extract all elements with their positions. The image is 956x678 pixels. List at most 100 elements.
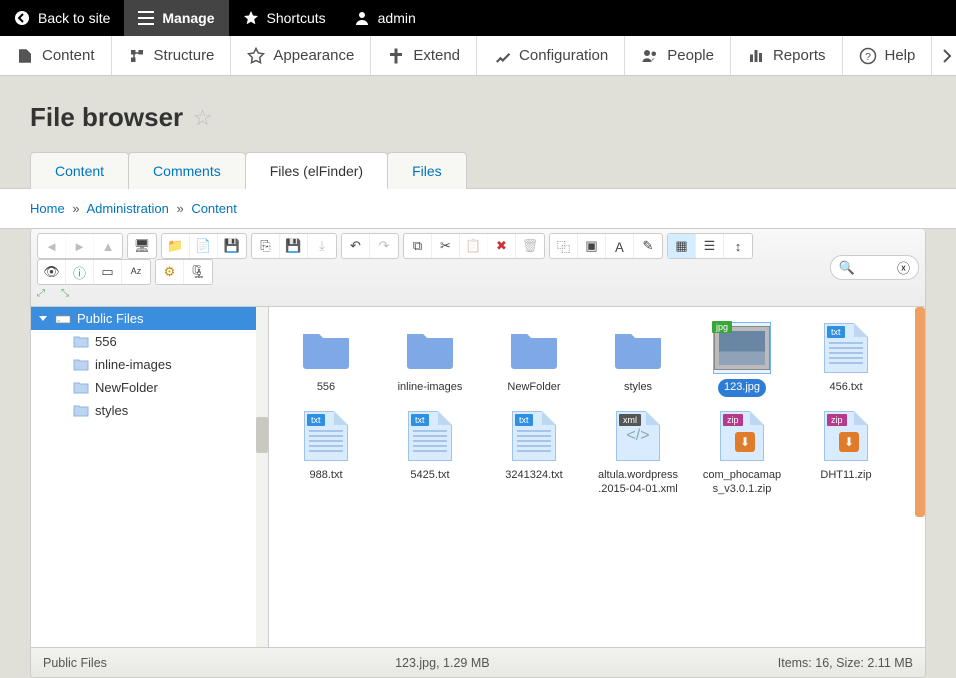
manage-menu[interactable]: Manage	[124, 0, 228, 36]
quicklook-button[interactable]: ▭	[94, 260, 122, 284]
tree-node[interactable]: NewFolder	[31, 376, 268, 399]
menu-appearance-label: Appearance	[273, 47, 354, 64]
tab-files-elfinder[interactable]: Files (elFinder)	[245, 152, 388, 189]
file-item[interactable]: styles	[591, 319, 685, 401]
view-list-button[interactable]: ☰	[696, 234, 724, 258]
paste-button[interactable]: 📋	[460, 234, 488, 258]
file-item[interactable]: txt988.txt	[279, 407, 373, 503]
status-path: Public Files	[43, 656, 107, 670]
menu-overflow[interactable]	[932, 36, 956, 75]
crumb-home[interactable]: Home	[30, 201, 65, 216]
extract-button[interactable]: ⚙	[156, 260, 184, 284]
tree-expand-icon[interactable]	[39, 316, 47, 321]
svg-text:?: ?	[865, 50, 871, 62]
chmod-button[interactable]: ᴬᶻ	[122, 260, 150, 284]
search-input[interactable]	[861, 261, 891, 275]
crumb-content[interactable]: Content	[191, 201, 237, 216]
menu-reports[interactable]: Reports	[731, 36, 843, 75]
nav-back-button[interactable]: ◄	[38, 234, 66, 258]
tab-content[interactable]: Content	[30, 152, 129, 189]
clear-search-icon[interactable]: ⓧ	[897, 258, 910, 277]
undo-button[interactable]: ↶	[342, 234, 370, 258]
file-label: 988.txt	[303, 467, 348, 485]
elfinder-toolbar: ◄ ► ▲ 🖥 📁 📄 💾 ⎘ 💾 ⤓ ↶ ↷ ⧉ ✂ 📋 ✖ 🗑	[31, 229, 925, 307]
crumb-admin[interactable]: Administration	[86, 201, 168, 216]
file-item[interactable]: 556	[279, 319, 373, 401]
menu-configuration-label: Configuration	[519, 47, 608, 64]
menu-structure[interactable]: Structure	[112, 36, 232, 75]
fullscreen-out-icon[interactable]: ⤡	[61, 288, 79, 302]
file-item[interactable]: txt 456.txt	[799, 319, 893, 401]
fullscreen-in-icon[interactable]: ⤢	[37, 288, 55, 302]
shortcuts-menu[interactable]: Shortcuts	[229, 0, 340, 36]
tree-node[interactable]: 556	[31, 330, 268, 353]
tree-node[interactable]: inline-images	[31, 353, 268, 376]
files-pane[interactable]: 556inline-imagesNewFolderstylesjpg123.jp…	[269, 307, 925, 647]
download-button[interactable]: 💾	[280, 234, 308, 258]
folder-tree: Public Files 556inline-images NewFolder st…	[31, 307, 269, 647]
file-thumbnail: txt	[402, 411, 458, 461]
folder-icon	[73, 335, 89, 348]
manage-label: Manage	[162, 10, 214, 26]
file-thumbnail	[402, 323, 458, 373]
menu-people[interactable]: People	[625, 36, 731, 75]
tree-node-label: NewFolder	[95, 380, 158, 395]
delete-button[interactable]: ✖	[488, 234, 516, 258]
user-menu[interactable]: admin	[340, 0, 430, 36]
upload-button[interactable]: 💾	[218, 234, 246, 258]
back-to-site-link[interactable]: Back to site	[0, 0, 124, 36]
netmount-button[interactable]: 🖥	[128, 234, 156, 258]
getfile-button[interactable]: ⤓	[308, 234, 336, 258]
file-item[interactable]: inline-images	[383, 319, 477, 401]
info-button[interactable]: ⓘ	[66, 260, 94, 284]
search-box[interactable]: 🔍 ⓧ	[830, 255, 919, 280]
redo-button[interactable]: ↷	[370, 234, 398, 258]
sort-button[interactable]: ↕	[724, 234, 752, 258]
menu-help[interactable]: ?Help	[843, 36, 933, 75]
file-item[interactable]: NewFolder	[487, 319, 581, 401]
duplicate-button[interactable]: ⿻	[550, 234, 578, 258]
file-label: altula.wordpress.2015-04-01.xml	[591, 467, 685, 499]
open-button[interactable]: ⎘	[252, 234, 280, 258]
edit-button[interactable]: ✎	[634, 234, 662, 258]
menu-configuration[interactable]: Configuration	[477, 36, 625, 75]
file-item[interactable]: zip⬇com_phocamaps_v3.0.1.zip	[695, 407, 789, 503]
nav-forward-button[interactable]: ►	[66, 234, 94, 258]
file-thumbnail: txt	[818, 323, 874, 373]
menu-content[interactable]: Content	[0, 36, 112, 75]
nav-up-button[interactable]: ▲	[94, 234, 122, 258]
preview-button[interactable]: 👁	[38, 260, 66, 284]
tab-files[interactable]: Files	[387, 152, 467, 189]
status-summary: Items: 16, Size: 2.11 MB	[778, 656, 913, 670]
tree-node[interactable]: styles	[31, 399, 268, 422]
file-item[interactable]: jpg123.jpg	[695, 319, 789, 401]
favorite-star-icon[interactable]: ☆	[193, 105, 213, 131]
file-item[interactable]: txt3241324.txt	[487, 407, 581, 503]
file-label: 456.txt	[823, 379, 868, 397]
breadcrumb: Home » Administration » Content	[0, 188, 956, 229]
file-thumbnail	[610, 323, 666, 373]
tree-node-label: styles	[95, 403, 128, 418]
select-button[interactable]: ▣	[578, 234, 606, 258]
archive-button[interactable]: 🗜	[184, 260, 212, 284]
tree-scrollbar[interactable]	[256, 307, 268, 647]
tree-root[interactable]: Public Files	[31, 307, 268, 330]
tab-comments[interactable]: Comments	[128, 152, 246, 189]
copy-button[interactable]: ⧉	[404, 234, 432, 258]
crumb-sep: »	[176, 201, 183, 216]
file-item[interactable]: txt5425.txt	[383, 407, 477, 503]
menu-appearance[interactable]: Appearance	[231, 36, 371, 75]
rename-button[interactable]: Ａ	[606, 234, 634, 258]
new-file-button[interactable]: 📄	[190, 234, 218, 258]
back-arrow-icon	[14, 10, 30, 26]
empty-button[interactable]: 🗑	[516, 234, 544, 258]
file-item[interactable]: zip⬇DHT11.zip	[799, 407, 893, 503]
menu-content-label: Content	[42, 47, 95, 64]
menu-extend[interactable]: Extend	[371, 36, 477, 75]
star-icon	[243, 10, 259, 26]
file-item[interactable]: xml</>altula.wordpress.2015-04-01.xml	[591, 407, 685, 503]
file-thumbnail: txt	[506, 411, 562, 461]
new-folder-button[interactable]: 📁	[162, 234, 190, 258]
cut-button[interactable]: ✂	[432, 234, 460, 258]
view-icons-button[interactable]: ▦	[668, 234, 696, 258]
